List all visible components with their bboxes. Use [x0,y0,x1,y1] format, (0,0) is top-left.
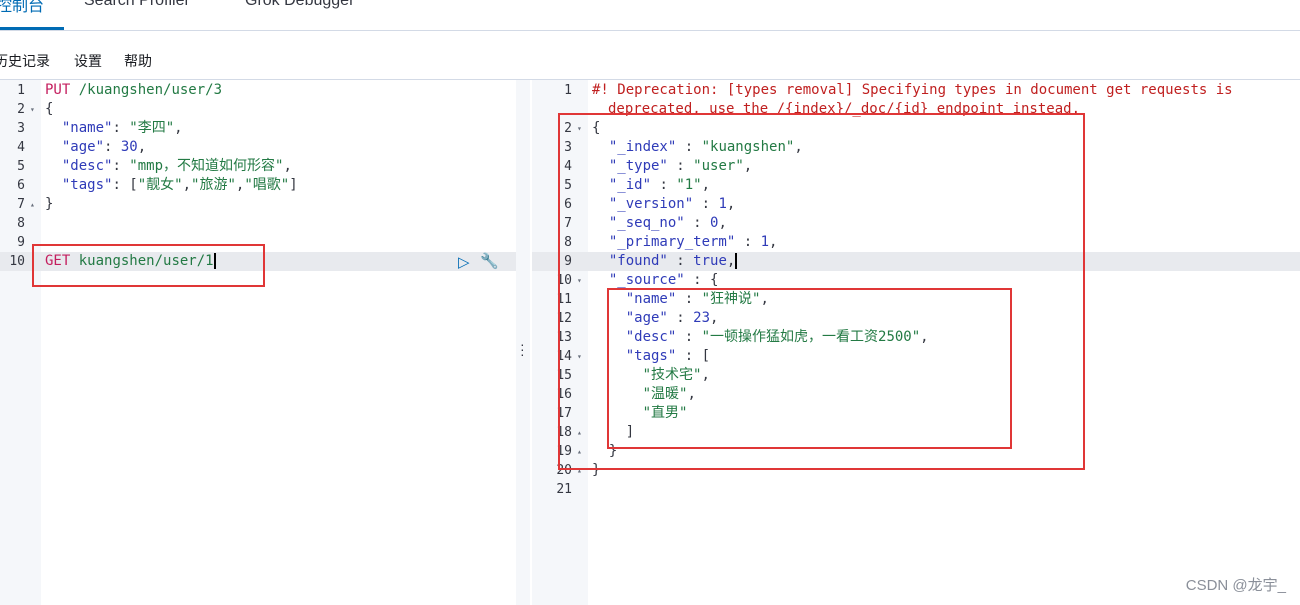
request-line-3: 3 "name": "李四", [17,120,183,136]
request-line-6: 6 "tags": ["靓女","旅游","唱歌"] [17,177,298,193]
response-line-16: 16 "温暖", [556,386,696,402]
tab-console[interactable]: 控制台 [0,0,44,16]
request-line-2: 2 ▾ { [17,101,54,117]
request-line-1: 1 PUT /kuangshen/user/3 [17,82,223,98]
response-line-6: 6 "_version" : 1, [564,196,736,212]
response-line-1-wrap: deprecated, use the /{index}/_doc/{id} e… [608,101,1081,117]
response-line-11: 11 "name" : "狂神说", [556,291,769,307]
fold-caret-icon: ▾ [577,124,582,133]
response-line-12: 12 "age" : 23, [556,310,719,326]
response-line-8: 8 "_primary_term" : 1, [564,234,778,250]
fold-caret-icon: ▴ [577,428,582,437]
request-line-9: 9 [17,235,25,250]
response-line-7: 7 "_seq_no" : 0, [564,215,727,231]
response-line-21: 21 [556,482,572,497]
response-line-18: 18 ▴ ] [556,424,635,440]
request-line-8: 8 [17,216,25,231]
response-line-13: 13 "desc" : "一顿操作猛如虎，一看工资2500", [556,329,929,345]
fold-caret-icon: ▴ [577,466,582,475]
fold-caret-icon: ▴ [577,447,582,456]
console-menu: 历史记录 设置 帮助 [0,31,1300,80]
request-line-10[interactable]: 10 GET kuangshen/user/1 [0,252,516,271]
response-line-1: 1 #! Deprecation: [types removal] Specif… [564,82,1233,98]
response-line-15: 15 "技术宅", [556,367,710,383]
play-icon[interactable]: ▷ [458,253,470,271]
fold-caret-icon: ▴ [30,200,35,209]
fold-caret-icon: ▾ [577,276,582,285]
response-line-9: 9 "found" : true, [532,252,1300,271]
tab-bar: 控制台 Search Profiler Grok Debugger [0,0,1300,31]
response-line-17: 17 "直男" [556,405,688,421]
response-line-5: 5 "_id" : "1", [564,177,711,193]
response-editor: 1 #! Deprecation: [types removal] Specif… [532,80,1300,605]
fold-caret-icon: ▾ [577,352,582,361]
tab-grok-debugger[interactable]: Grok Debugger [245,0,354,10]
response-line-3: 3 "_index" : "kuangshen", [564,139,803,155]
text-cursor [213,253,216,269]
response-line-19: 19 ▴ } [556,443,618,459]
request-line-7: 7 ▴ } [17,196,54,212]
watermark: CSDN @龙宇_ [1185,577,1286,594]
wrench-icon[interactable]: 🔧 [480,252,499,270]
settings-menu[interactable]: 设置 [74,51,102,71]
request-line-4: 4 "age": 30, [17,139,147,155]
fold-caret-icon: ▾ [30,105,35,114]
request-editor[interactable]: 1 PUT /kuangshen/user/3 2 ▾ { 3 "name": … [0,80,516,605]
response-line-10: 10 ▾ "_source" : { [556,272,719,288]
active-tab-indicator [0,27,64,30]
response-line-14: 14 ▾ "tags" : [ [556,348,711,364]
response-line-2: 2 ▾ { [564,120,601,136]
response-line-4: 4 "_type" : "user", [564,158,753,174]
history-menu[interactable]: 历史记录 [0,51,50,71]
request-line-5: 5 "desc": "mmp，不知道如何形容", [17,158,292,174]
drag-handle-icon: · · · [520,336,525,362]
response-line-20: 20 ▴ } [556,462,601,478]
tab-search-profiler[interactable]: Search Profiler [84,0,190,10]
help-menu[interactable]: 帮助 [124,51,152,71]
pane-divider[interactable]: · · · [516,80,530,605]
